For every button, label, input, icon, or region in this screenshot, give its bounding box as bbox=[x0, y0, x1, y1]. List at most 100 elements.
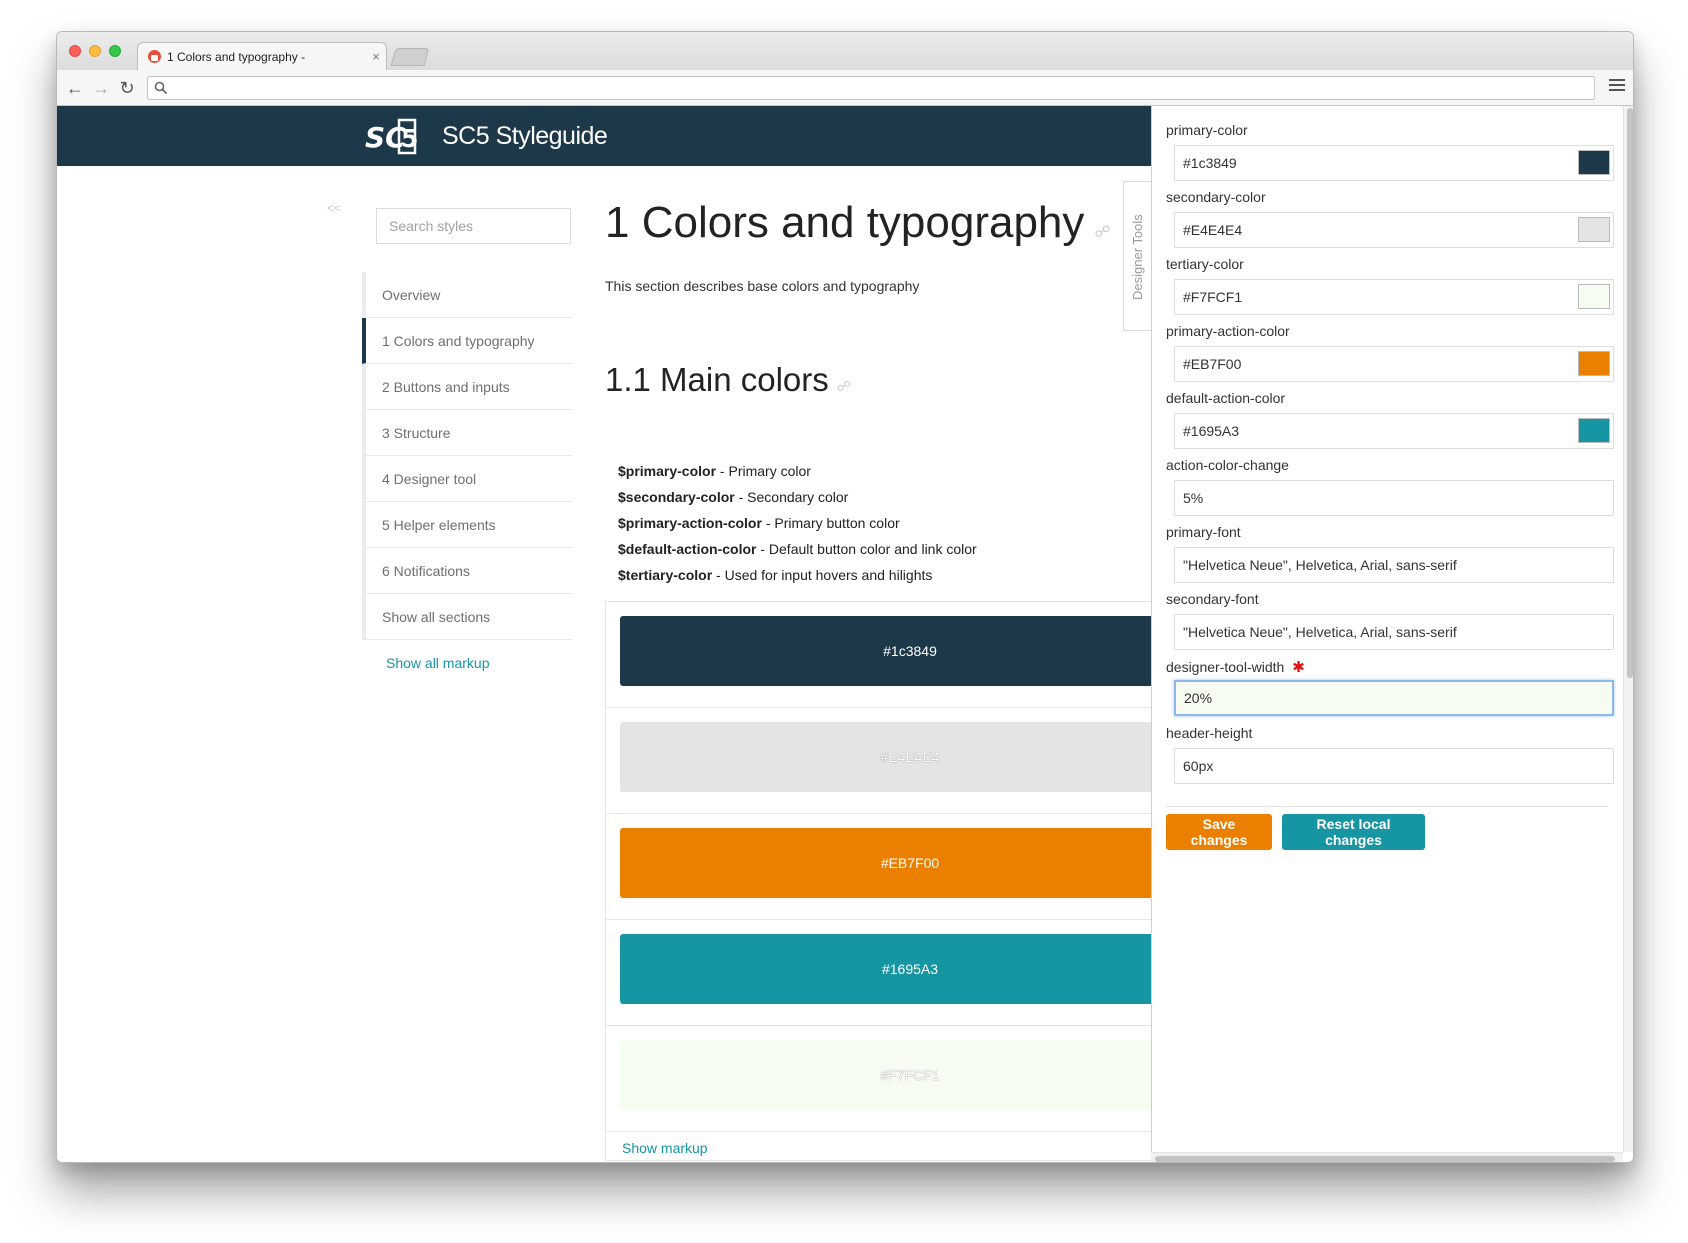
reload-icon[interactable]: ↻ bbox=[115, 76, 139, 100]
sidebar-item-overview[interactable]: Overview bbox=[362, 272, 572, 318]
swatch-row: #F7FCF1 bbox=[606, 1026, 1205, 1132]
address-input[interactable] bbox=[174, 79, 1584, 97]
styleguide-title: SC5 Styleguide bbox=[442, 122, 608, 150]
field-label: primary-font bbox=[1166, 524, 1241, 540]
default-action-color-field bbox=[1174, 413, 1614, 449]
sidebar-item-show-all-sections[interactable]: Show all sections bbox=[362, 594, 572, 640]
save-changes-button[interactable]: Save changes bbox=[1166, 814, 1272, 850]
maximize-window-button[interactable] bbox=[109, 45, 121, 57]
tertiary-color-input[interactable] bbox=[1174, 279, 1614, 315]
browser-tab[interactable]: 1 Colors and typography - × bbox=[137, 42, 387, 70]
page-title-text: 1 Colors and typography bbox=[605, 198, 1085, 247]
search-styles-input[interactable] bbox=[376, 208, 571, 244]
field-label: secondary-color bbox=[1166, 189, 1266, 205]
variable-desc: - Primary button color bbox=[761, 515, 900, 531]
secondary-color-input[interactable] bbox=[1174, 212, 1614, 248]
field-label: primary-action-color bbox=[1166, 323, 1290, 339]
sc5-logo: SC 5 bbox=[365, 118, 417, 155]
browser-toolbar: ← → ↻ bbox=[57, 70, 1633, 106]
section-title-text: 1.1 Main colors bbox=[605, 361, 829, 398]
sidebar-nav: Overview 1 Colors and typography 2 Butto… bbox=[362, 272, 572, 686]
color-swatch[interactable]: #F7FCF1 bbox=[620, 1040, 1200, 1110]
field-label-changed: designer-tool-width ✱ bbox=[1166, 658, 1305, 676]
title-bar: 1 Colors and typography - × bbox=[57, 32, 1633, 70]
sidebar-item-colors-and-typography[interactable]: 1 Colors and typography bbox=[362, 318, 572, 364]
show-markup-link[interactable]: Show markup bbox=[622, 1140, 708, 1156]
link-anchor-icon[interactable]: ☍ bbox=[1094, 224, 1110, 241]
variable-list: $primary-color - Primary color $secondar… bbox=[618, 458, 977, 588]
color-picker-chip[interactable] bbox=[1578, 351, 1610, 376]
sidebar-item-buttons-and-inputs[interactable]: 2 Buttons and inputs bbox=[362, 364, 572, 410]
variable-desc: - Default button color and link color bbox=[756, 541, 977, 557]
collapse-sidebar-link[interactable]: << bbox=[327, 201, 341, 215]
color-picker-chip[interactable] bbox=[1578, 150, 1610, 175]
field-label: tertiary-color bbox=[1166, 256, 1244, 272]
color-picker-chip[interactable] bbox=[1578, 418, 1610, 443]
sidebar-item-designer-tool[interactable]: 4 Designer tool bbox=[362, 456, 572, 502]
tab-title: 1 Colors and typography - bbox=[167, 49, 306, 64]
page-title: 1 Colors and typography ☍ bbox=[605, 198, 1111, 248]
color-swatch[interactable]: #EB7F00 bbox=[620, 828, 1200, 898]
color-swatch[interactable]: #E4E4E4 bbox=[620, 722, 1200, 792]
primary-color-field bbox=[1174, 145, 1614, 181]
color-swatch[interactable]: #1695A3 bbox=[620, 934, 1200, 1004]
designer-tool-width-input[interactable] bbox=[1174, 680, 1614, 716]
address-bar[interactable] bbox=[147, 76, 1595, 100]
field-label: action-color-change bbox=[1166, 457, 1289, 473]
variable-desc: - Primary color bbox=[716, 463, 811, 479]
primary-font-input[interactable] bbox=[1174, 547, 1614, 583]
show-all-markup-link[interactable]: Show all markup bbox=[362, 640, 572, 686]
section-link-anchor-icon[interactable]: ☍ bbox=[837, 378, 851, 394]
action-color-change-input[interactable] bbox=[1174, 480, 1614, 516]
color-picker-chip[interactable] bbox=[1578, 217, 1610, 242]
section-title: 1.1 Main colors ☍ bbox=[605, 361, 851, 399]
reset-local-changes-button[interactable]: Reset local changes bbox=[1282, 814, 1425, 850]
header-height-input[interactable] bbox=[1174, 748, 1614, 784]
variable-item: $primary-color - Primary color bbox=[618, 458, 977, 484]
favicon-icon bbox=[148, 50, 161, 63]
svg-text:5: 5 bbox=[401, 124, 417, 153]
swatch-row: #E4E4E4 bbox=[606, 708, 1205, 814]
new-tab-button[interactable] bbox=[390, 48, 430, 66]
color-picker-chip[interactable] bbox=[1578, 284, 1610, 309]
primary-color-input[interactable] bbox=[1174, 145, 1614, 181]
field-label: secondary-font bbox=[1166, 591, 1259, 607]
variable-name: $secondary-color bbox=[618, 489, 735, 505]
browser-window: 1 Colors and typography - × ← → ↻ SC 5 S… bbox=[56, 31, 1634, 1163]
variable-item: $primary-action-color - Primary button c… bbox=[618, 510, 977, 536]
tab-close-icon[interactable]: × bbox=[366, 49, 386, 64]
field-label: default-action-color bbox=[1166, 390, 1286, 406]
variable-item: $secondary-color - Secondary color bbox=[618, 484, 977, 510]
swatch-row: #1c3849 bbox=[606, 602, 1205, 708]
swatch-row: $ #1695A3 bbox=[606, 920, 1205, 1026]
field-label: primary-color bbox=[1166, 122, 1248, 138]
vertical-scrollbar[interactable] bbox=[1623, 106, 1633, 1152]
changed-marker-icon: ✱ bbox=[1292, 659, 1305, 676]
default-action-color-input[interactable] bbox=[1174, 413, 1614, 449]
sidebar-item-notifications[interactable]: 6 Notifications bbox=[362, 548, 572, 594]
forward-arrow-icon[interactable]: → bbox=[89, 76, 113, 100]
sidebar-item-structure[interactable]: 3 Structure bbox=[362, 410, 572, 456]
horizontal-scrollbar[interactable] bbox=[1151, 1152, 1623, 1162]
color-swatch-panel: #1c3849 #E4E4E4 $p #EB7F00 $ #1695A3 #F7… bbox=[605, 601, 1205, 1161]
divider bbox=[1166, 806, 1608, 807]
designer-tools-tab[interactable]: Designer Tools bbox=[1123, 181, 1151, 331]
field-label-text: designer-tool-width bbox=[1166, 659, 1285, 675]
back-arrow-icon[interactable]: ← bbox=[63, 76, 87, 100]
sidebar-item-helper-elements[interactable]: 5 Helper elements bbox=[362, 502, 572, 548]
main-content: 1 Colors and typography ☍ This section de… bbox=[605, 106, 1205, 1162]
primary-action-color-input[interactable] bbox=[1174, 346, 1614, 382]
secondary-font-input[interactable] bbox=[1174, 614, 1614, 650]
designer-tools-tab-label: Designer Tools bbox=[1130, 214, 1145, 300]
variable-name: $tertiary-color bbox=[618, 567, 713, 583]
close-window-button[interactable] bbox=[69, 45, 81, 57]
variable-item: $tertiary-color - Used for input hovers … bbox=[618, 562, 977, 588]
page-viewport: SC 5 SC5 Styleguide << Overview 1 Colors… bbox=[57, 106, 1633, 1162]
vertical-scroll-thumb[interactable] bbox=[1627, 108, 1633, 678]
minimize-window-button[interactable] bbox=[89, 45, 101, 57]
variable-desc: - Secondary color bbox=[734, 489, 849, 505]
field-label: header-height bbox=[1166, 725, 1253, 741]
hamburger-menu-icon[interactable] bbox=[1609, 79, 1625, 95]
color-swatch[interactable]: #1c3849 bbox=[620, 616, 1200, 686]
horizontal-scroll-thumb[interactable] bbox=[1155, 1156, 1615, 1162]
